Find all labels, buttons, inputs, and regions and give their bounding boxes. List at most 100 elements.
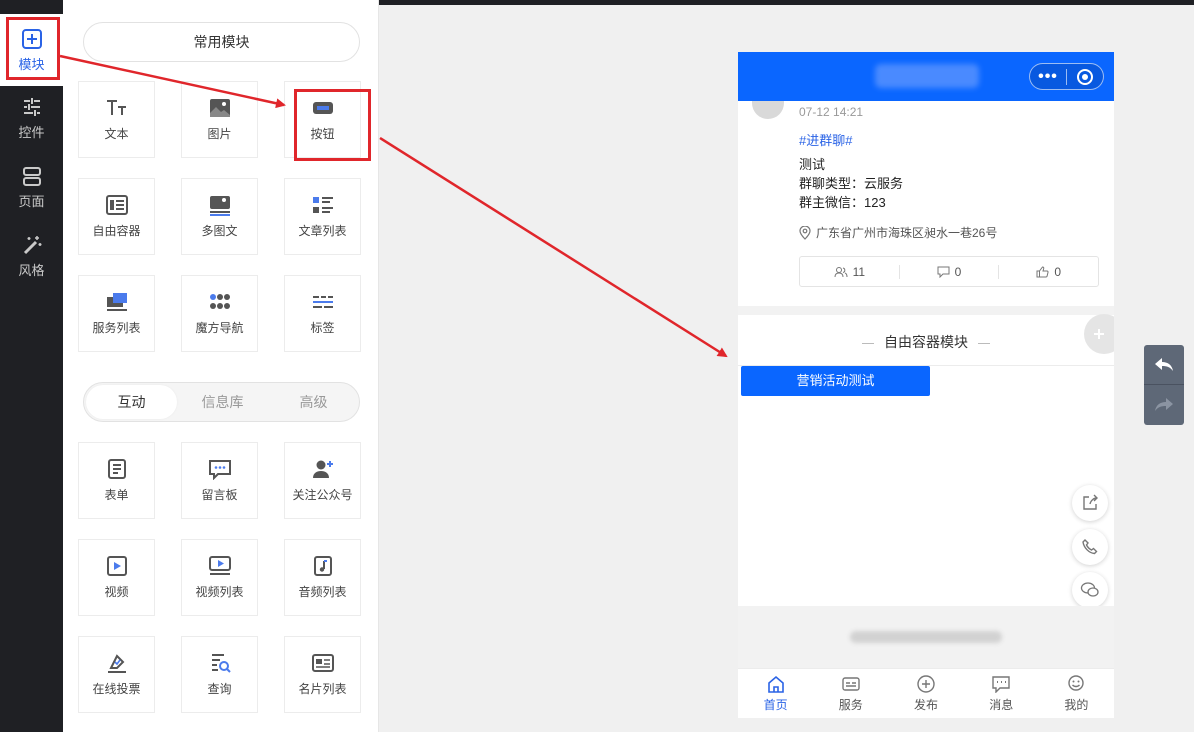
tile-label: 服务列表 [92, 321, 141, 335]
tabbar-mine[interactable]: 我的 [1039, 669, 1114, 718]
common-modules-header[interactable]: 常用模块 [83, 22, 360, 62]
likes-stat[interactable]: 0 [999, 265, 1098, 279]
rail-item-style[interactable]: 风格 [0, 224, 63, 288]
footer-area [738, 606, 1114, 668]
phone-preview: ••• 07-12 14:21 #进群聊# 测试 群聊类型：云服务 群主微信：1… [738, 52, 1114, 718]
module-form[interactable]: 表单 [78, 442, 155, 519]
tile-label: 表单 [104, 488, 129, 502]
tile-label: 留言板 [201, 488, 238, 502]
sliders-icon [23, 97, 40, 116]
tab-info-library[interactable]: 信息库 [177, 385, 268, 419]
blurred-footer-text [850, 631, 1002, 643]
tab-interact[interactable]: 互动 [86, 385, 177, 419]
section-divider [738, 306, 1114, 315]
video-list-icon [208, 556, 231, 575]
module-multi-image-text[interactable]: 多图文 [181, 178, 258, 255]
plus-circle-icon [917, 674, 935, 693]
module-service-list[interactable]: 服务列表 [78, 275, 155, 352]
wechat-button[interactable] [1072, 572, 1108, 608]
article-list-icon [312, 197, 333, 213]
home-icon [767, 675, 784, 693]
module-text[interactable]: 文本 [78, 81, 155, 158]
rail-item-label: 风格 [18, 262, 45, 278]
tile-label: 查询 [207, 682, 232, 696]
post-tag[interactable]: #进群聊# [799, 130, 852, 149]
members-stat[interactable]: 11 [800, 265, 899, 279]
undo-button[interactable] [1144, 345, 1184, 385]
tile-label: 文章列表 [298, 224, 347, 238]
service-list-icon [106, 293, 127, 311]
form-icon [107, 459, 126, 479]
vote-icon [107, 654, 126, 673]
video-icon [106, 556, 127, 576]
query-icon [211, 654, 231, 673]
undo-icon [1155, 357, 1173, 371]
module-magic-nav[interactable]: 魔方导航 [181, 275, 258, 352]
marketing-activity-button[interactable]: 营销活动测试 [741, 366, 930, 396]
comments-count: 0 [954, 264, 962, 279]
module-message-board[interactable]: 留言板 [181, 442, 258, 519]
tile-label: 多图文 [201, 224, 238, 238]
message-board-icon [208, 460, 231, 480]
add-user-icon [312, 460, 333, 478]
module-image[interactable]: 图片 [181, 81, 258, 158]
message-icon [992, 675, 1010, 693]
redo-button[interactable] [1144, 385, 1184, 425]
phone-call-button[interactable] [1072, 529, 1108, 565]
service-icon [842, 676, 860, 691]
post-location[interactable]: 广东省广州市海珠区昶水一巷26号 [799, 224, 997, 241]
module-online-vote[interactable]: 在线投票 [78, 636, 155, 713]
tabbar-label: 服务 [838, 697, 863, 712]
mini-program-capsule[interactable]: ••• [1029, 63, 1104, 90]
tabbar-publish[interactable]: 发布 [888, 669, 963, 718]
module-audio-list[interactable]: 音频列表 [284, 539, 361, 616]
module-tag[interactable]: 标签 [284, 275, 361, 352]
bottom-tabbar: 首页 服务 发布 消息 我的 [738, 668, 1114, 718]
tab-advanced[interactable]: 高级 [268, 385, 359, 419]
thumbs-up-icon [1036, 265, 1049, 277]
top-border [379, 0, 1194, 5]
tile-label: 自由容器 [92, 224, 141, 238]
tag-icon [312, 296, 333, 308]
highlight-box-button [294, 89, 371, 161]
image-icon [209, 99, 230, 117]
text-icon [106, 100, 126, 115]
module-follow-account[interactable]: 关注公众号 [284, 442, 361, 519]
post-time: 07-12 14:21 [799, 105, 864, 119]
tile-label: 视频列表 [195, 585, 244, 599]
post-stats: 11 0 0 [799, 256, 1099, 287]
module-article-list[interactable]: 文章列表 [284, 178, 361, 255]
tabbar-label: 首页 [763, 697, 788, 712]
more-icon[interactable]: ••• [1030, 64, 1066, 89]
location-text: 广东省广州市海珠区昶水一巷26号 [816, 226, 998, 240]
module-card-list[interactable]: 名片列表 [284, 636, 361, 713]
tile-label: 名片列表 [298, 682, 347, 696]
grid-dots-icon [209, 294, 230, 309]
comment-icon [937, 266, 950, 278]
rail-item-page[interactable]: 页面 [0, 155, 63, 219]
members-count: 11 [852, 264, 866, 279]
close-target-icon[interactable] [1067, 68, 1103, 86]
rail-item-controls[interactable]: 控件 [0, 86, 63, 150]
magic-wand-icon [23, 235, 41, 254]
users-icon [834, 266, 848, 277]
module-video[interactable]: 视频 [78, 539, 155, 616]
tabbar-home[interactable]: 首页 [738, 669, 813, 718]
module-video-list[interactable]: 视频列表 [181, 539, 258, 616]
tile-label: 音频列表 [298, 585, 347, 599]
tabbar-service[interactable]: 服务 [813, 669, 888, 718]
comments-stat[interactable]: 0 [900, 265, 999, 279]
share-button[interactable] [1072, 485, 1108, 521]
module-query[interactable]: 查询 [181, 636, 258, 713]
tile-label: 图片 [207, 127, 232, 141]
tile-label: 视频 [104, 585, 129, 599]
tabbar-messages[interactable]: 消息 [964, 669, 1039, 718]
location-pin-icon [799, 225, 811, 240]
highlight-box-modules [6, 17, 60, 80]
tile-label: 关注公众号 [292, 488, 353, 502]
tile-label: 文本 [104, 127, 129, 141]
module-free-container[interactable]: 自由容器 [78, 178, 155, 255]
avatar [752, 101, 784, 119]
card-list-icon [311, 654, 334, 672]
tabbar-label: 我的 [1064, 697, 1089, 712]
